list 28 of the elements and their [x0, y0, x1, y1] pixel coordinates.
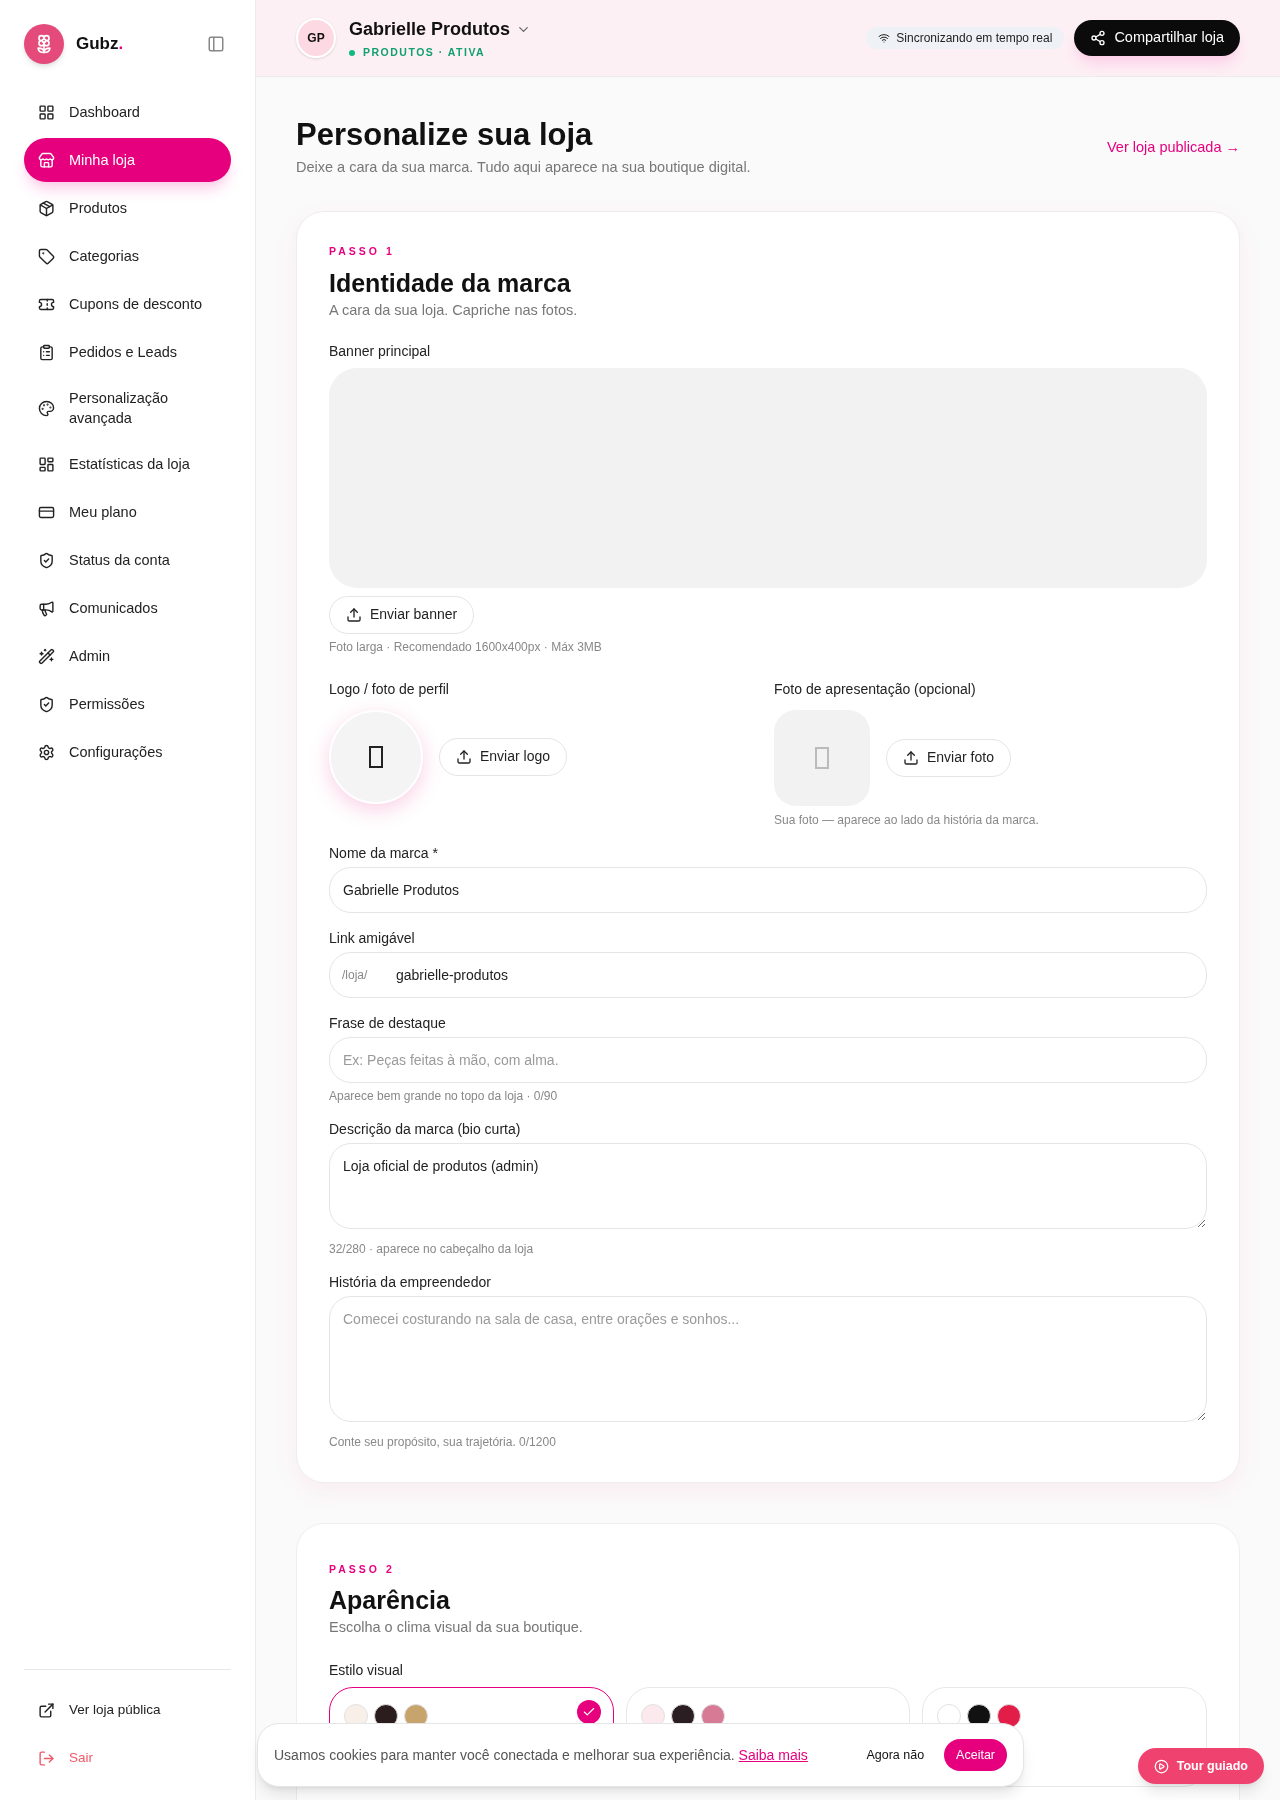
field-label: Banner principal: [329, 341, 432, 360]
field-label: Frase de destaque: [329, 1013, 447, 1032]
field-hint: Foto larga · Recomendado 1600x400px · Máx 3MB: [329, 638, 603, 655]
sync-badge: Sincronizando em tempo real: [866, 27, 1065, 49]
field-label: Link amigável: [329, 928, 416, 947]
field-label: Estilo visual: [329, 1661, 404, 1680]
field-label: Logo / foto de perfil: [329, 679, 450, 699]
field-hint: Conte seu propósito, sua trajetória. 0/1200: [329, 1433, 557, 1450]
section-title: Identidade da marca: [329, 267, 572, 298]
field-label: Nome da marca *: [329, 843, 439, 862]
store-avatar: GP: [296, 18, 336, 58]
field-hint: Aparece bem grande no topo da loja · 0/90: [329, 1087, 559, 1104]
step-label: PASSO 2: [329, 1561, 396, 1577]
field-hint: Sua foto — aparece ao lado da história da marca.: [774, 811, 1040, 828]
page-title: Personalize sua loja: [296, 117, 594, 153]
section-title: Aparência: [329, 1585, 451, 1616]
url-prefix: /loja/: [342, 966, 368, 983]
step-label: PASSO 1: [329, 243, 396, 259]
section-subtitle: Escolha o clima visual da sua boutique.: [329, 1618, 584, 1638]
field-label: Descrição da marca (bio curta): [329, 1119, 522, 1138]
store-status: PRODUTOS · ATIVA: [363, 44, 486, 60]
field-label: Foto de apresentação (opcional): [774, 679, 977, 699]
cookie-message: Usamos cookies para manter você conectada e melhorar sua experiência. Saiba mais: [274, 1745, 808, 1765]
field-label: História da empreendedor: [329, 1272, 492, 1291]
section-subtitle: A cara da sua loja. Capriche nas fotos.: [329, 300, 579, 320]
field-hint: 32/280 · aparece no cabeçalho da loja: [329, 1240, 535, 1257]
brand-name: Gubz.: [76, 33, 124, 56]
page-subtitle: Deixe a cara da sua marca. Tudo aqui aparece na sua boutique digital.: [296, 158, 751, 177]
